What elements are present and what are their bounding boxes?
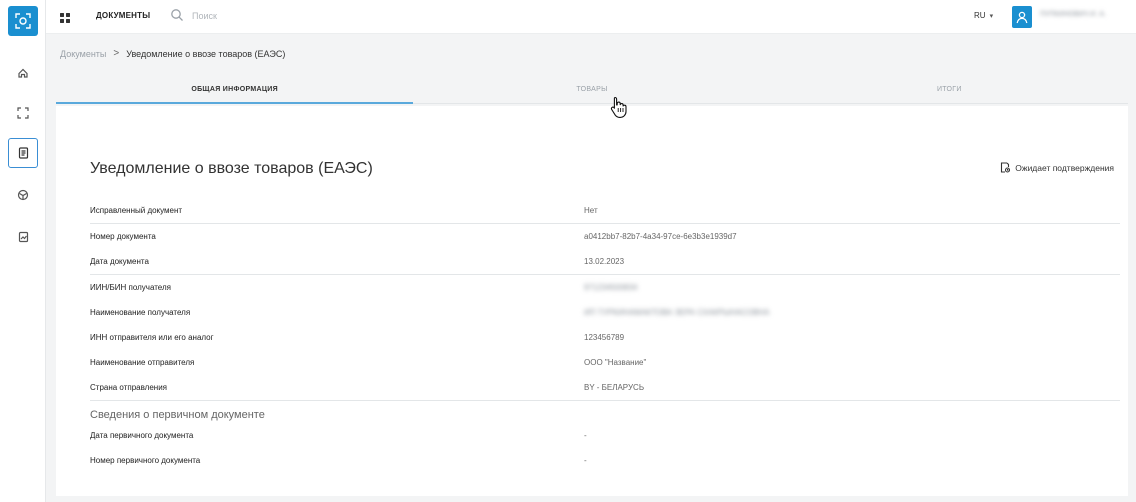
detail-value: BY - БЕЛАРУСЬ	[584, 383, 645, 392]
detail-row-recipient-name: Наименование получателя ИП ТУРКИНАМАКТОВ…	[90, 300, 1120, 325]
status-badge: Ожидает подтверждения	[1000, 162, 1114, 173]
user-avatar-button[interactable]	[1012, 6, 1032, 28]
detail-value: -	[584, 456, 587, 465]
tab-goods[interactable]: ТОВАРЫ	[413, 80, 770, 103]
app-logo[interactable]	[8, 6, 38, 36]
detail-label: Наименование отправителя	[90, 358, 195, 367]
sidebar-item-home[interactable]	[8, 58, 38, 88]
section-heading-primary-doc: Сведения о первичном документе	[90, 409, 265, 421]
tab-totals[interactable]: ИТОГИ	[771, 80, 1128, 103]
language-label: RU	[974, 11, 986, 20]
detail-value: ИП ТУРКИНАМАКТОВА ЗЕРА СХАКРЫНАСОВНА	[584, 308, 770, 317]
detail-label: Номер первичного документа	[90, 456, 201, 465]
hand-cursor-icon	[610, 96, 627, 118]
scan-logo-icon	[15, 13, 31, 29]
search-input[interactable]	[192, 8, 392, 24]
sidebar-item-documents[interactable]	[8, 138, 38, 168]
tab-bar: ОБЩАЯ ИНФОРМАЦИЯ ТОВАРЫ ИТОГИ	[56, 80, 1128, 104]
chart-icon	[18, 231, 28, 243]
detail-label: ИИН/БИН получателя	[90, 283, 171, 292]
sidebar-item-scan[interactable]	[8, 98, 38, 128]
detail-value: 971234500834	[584, 283, 638, 292]
detail-label: ИНН отправителя или его аналог	[90, 333, 214, 342]
detail-value: 13.02.2023	[584, 257, 625, 266]
scan-frame-icon	[17, 107, 29, 119]
detail-label: Исправленный документ	[90, 206, 183, 215]
detail-row-sender-inn: ИНН отправителя или его аналог 123456789	[90, 325, 1120, 350]
document-icon	[18, 147, 28, 159]
detail-value: a0412bb7-82b7-4a34-97ce-6e3b3e1939d7	[584, 232, 737, 241]
detail-label: Дата документа	[90, 257, 149, 266]
detail-row-primary-number: Номер первичного документа -	[90, 448, 1120, 473]
detail-row-recipient-iin: ИИН/БИН получателя 971234500834	[90, 275, 1120, 300]
status-text: Ожидает подтверждения	[1015, 162, 1114, 173]
detail-row-primary-date: Дата первичного документа -	[90, 423, 1120, 448]
detail-value: Нет	[584, 206, 598, 215]
nav-documents[interactable]: ДОКУМЕНТЫ	[96, 11, 150, 20]
top-bar: ДОКУМЕНТЫ RU ▾ ПУПКИНОВИЧ И. А.	[46, 0, 1136, 34]
sidebar	[0, 0, 46, 502]
detail-label: Наименование получателя	[90, 308, 191, 317]
pending-document-icon	[1001, 162, 1011, 173]
apps-grid-icon[interactable]	[60, 10, 70, 28]
document-card: Уведомление о ввозе товаров (ЕАЭС) Ожида…	[56, 106, 1128, 496]
detail-value: 123456789	[584, 333, 625, 342]
detail-row-doc-date: Дата документа 13.02.2023	[90, 249, 1120, 274]
breadcrumb-separator: >	[113, 48, 120, 59]
detail-row-origin-country: Страна отправления BY - БЕЛАРУСЬ	[90, 375, 1120, 400]
language-select[interactable]: RU ▾	[974, 11, 993, 20]
detail-label: Дата первичного документа	[90, 431, 194, 440]
home-icon	[18, 68, 28, 78]
breadcrumb: Документы > Уведомление о ввозе товаров …	[60, 48, 285, 59]
page-title: Уведомление о ввозе товаров (ЕАЭС)	[90, 160, 373, 177]
chevron-down-icon: ▾	[989, 12, 994, 20]
box-icon	[17, 189, 29, 201]
detail-row-doc-number: Номер документа a0412bb7-82b7-4a34-97ce-…	[90, 224, 1120, 249]
detail-value: ООО "Название"	[584, 358, 647, 367]
sidebar-item-goods[interactable]	[8, 180, 38, 210]
document-details: Исправленный документ Нет Номер документ…	[90, 198, 1120, 473]
user-name[interactable]: ПУПКИНОВИЧ И. А.	[1040, 11, 1106, 18]
breadcrumb-current: Уведомление о ввозе товаров (ЕАЭС)	[126, 48, 286, 59]
detail-label: Номер документа	[90, 232, 156, 241]
tab-general-info[interactable]: ОБЩАЯ ИНФОРМАЦИЯ	[56, 80, 414, 104]
detail-row-sender-name: Наименование отправителя ООО "Название"	[90, 350, 1120, 375]
detail-label: Страна отправления	[90, 383, 167, 392]
user-icon	[1016, 11, 1028, 23]
sidebar-item-reports[interactable]	[8, 222, 38, 252]
detail-row-corrected: Исправленный документ Нет	[90, 198, 1120, 223]
detail-value: -	[584, 431, 587, 440]
search-icon[interactable]	[170, 8, 184, 27]
breadcrumb-documents-link[interactable]: Документы	[60, 49, 106, 59]
